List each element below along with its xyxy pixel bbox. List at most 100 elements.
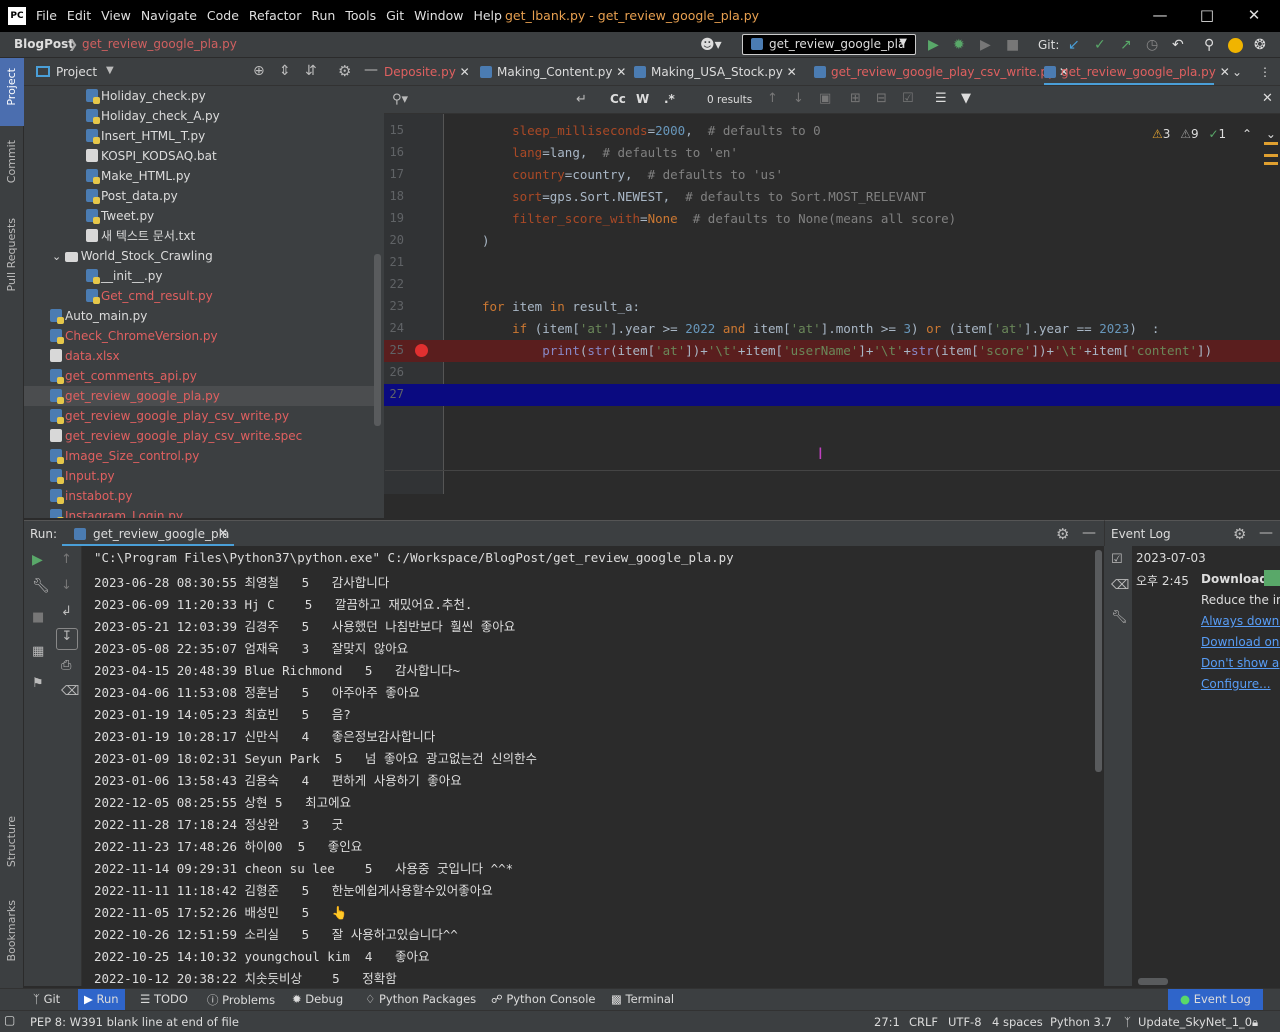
always-download-link[interactable]: Always downlo xyxy=(1201,614,1280,628)
whole-words-toggle[interactable]: W xyxy=(636,92,649,106)
close-tab-icon[interactable]: ✕ xyxy=(1216,65,1230,79)
line-separator[interactable]: CRLF xyxy=(909,1015,938,1029)
tree-file[interactable]: KOSPI_KODSAQ.bat xyxy=(24,146,374,166)
caret-position[interactable]: 27:1 xyxy=(874,1015,900,1029)
close-tab-icon[interactable]: ✕ xyxy=(612,65,626,79)
code-editor[interactable]: 15 16 17 18 19 20 21 22 23 24 25 26 27 sleep_millise… xyxy=(384,114,1280,518)
menu-item-view[interactable]: View xyxy=(101,8,131,23)
tree-file[interactable]: data.xlsx xyxy=(24,346,374,366)
configure-link[interactable]: Configure... xyxy=(1201,677,1271,691)
tree-file[interactable]: Check_ChromeVersion.py xyxy=(24,326,374,346)
download-once-link[interactable]: Download once xyxy=(1201,635,1280,649)
gear-icon[interactable]: ⚙ xyxy=(1233,525,1246,543)
tab-menu-icon[interactable]: ⋮ xyxy=(1259,58,1271,85)
gear-icon[interactable]: ⚙ xyxy=(338,62,351,80)
regex-toggle[interactable]: .* xyxy=(664,92,675,106)
chevron-down-icon[interactable]: ⌄ xyxy=(1266,127,1276,141)
coverage-icon[interactable]: ▶ xyxy=(980,37,991,53)
scroll-to-end-icon[interactable]: ↧ xyxy=(56,628,78,650)
tree-file[interactable]: get_review_google_pla.py xyxy=(24,386,374,406)
print-icon[interactable]: ⎙ xyxy=(61,658,71,673)
select-all-occurrences-icon[interactable]: ☑ xyxy=(902,91,914,106)
breadcrumb-file[interactable]: get_review_google_pla.py xyxy=(82,37,237,51)
settings-logo-icon[interactable]: ❂ xyxy=(1254,37,1266,53)
error-stripe-mark[interactable] xyxy=(1264,154,1278,157)
menu-item-edit[interactable]: Edit xyxy=(67,8,91,23)
tree-file[interactable]: Instagram_Login.py xyxy=(24,506,374,518)
git-commit-icon[interactable]: ✓ xyxy=(1094,37,1106,53)
project-scrollbar[interactable] xyxy=(374,254,381,426)
remove-occurrence-icon[interactable]: ⊟ xyxy=(876,91,887,106)
rerun-icon[interactable]: ▶ xyxy=(32,552,43,568)
run-configuration-select[interactable]: get_review_google_pla ▼ xyxy=(742,34,916,55)
tree-file[interactable]: Holiday_check_A.py xyxy=(24,106,374,126)
tab-list-chevron-icon[interactable]: ⌄ xyxy=(1232,58,1242,85)
git-history-icon[interactable]: ◷ xyxy=(1146,37,1158,53)
git-update-icon[interactable]: ↙ xyxy=(1068,37,1080,53)
rollback-icon[interactable]: ↶ xyxy=(1172,37,1184,53)
pull-requests-tool-label[interactable]: Pull Requests xyxy=(5,218,18,291)
python-interpreter[interactable]: Python 3.7 xyxy=(1050,1015,1112,1029)
editor-tab[interactable]: Making_USA_Stock.py ✕ xyxy=(634,58,799,85)
status-layout-icon[interactable]: ▢ xyxy=(4,1013,15,1027)
tree-file[interactable]: __init__.py xyxy=(24,266,374,286)
python-packages-tool-button[interactable]: ♢ Python Packages xyxy=(365,992,476,1006)
close-window-icon[interactable]: ✕ xyxy=(1242,4,1266,26)
add-occurrence-icon[interactable]: ⊞ xyxy=(850,91,861,106)
indent-setting[interactable]: 4 spaces xyxy=(992,1015,1043,1029)
chevron-down-icon[interactable]: ▼ xyxy=(106,65,114,76)
git-tool-button[interactable]: ᛉ Git xyxy=(33,992,60,1006)
match-case-toggle[interactable]: Cc xyxy=(610,92,626,106)
close-tab-icon[interactable]: ✕ xyxy=(456,65,470,79)
tree-file[interactable]: Holiday_check.py xyxy=(24,86,374,106)
chevron-up-icon[interactable]: ⌃ xyxy=(1242,127,1252,141)
filter-search-icon[interactable]: ▣ xyxy=(819,91,831,106)
tree-file[interactable]: Auto_main.py xyxy=(24,306,374,326)
git-branch[interactable]: Update_SkyNet_1_0 xyxy=(1138,1015,1252,1029)
close-tab-icon[interactable]: ✕ xyxy=(783,65,797,79)
locate-icon[interactable]: ⊕ xyxy=(253,63,265,79)
pin-icon[interactable]: ⚑ xyxy=(32,676,44,691)
menu-item-window[interactable]: Window xyxy=(414,8,463,23)
run-console[interactable]: "C:\Program Files\Python37\python.exe" C… xyxy=(82,546,1104,986)
tree-file[interactable]: Tweet.py xyxy=(24,206,374,226)
stop-icon[interactable]: ■ xyxy=(1006,37,1019,53)
close-tab-icon[interactable]: ✕ xyxy=(218,526,228,540)
editor-tab[interactable]: get_review_google_pla.py ✕ xyxy=(1044,58,1230,85)
debug-tool-button[interactable]: ✹ Debug xyxy=(292,992,343,1006)
menu-item-code[interactable]: Code xyxy=(207,8,239,23)
editor-tab[interactable]: get_review_google_play_csv_write.py ✕ xyxy=(814,58,1069,85)
trash-icon[interactable]: ⌫ xyxy=(1111,578,1129,593)
gear-icon[interactable]: ⚙ xyxy=(1056,525,1069,543)
error-stripe-mark[interactable] xyxy=(1264,162,1278,165)
python-console-tool-button[interactable]: ☍ Python Console xyxy=(491,992,595,1006)
collapse-all-icon[interactable]: ⇵ xyxy=(305,63,317,79)
project-tool-label[interactable]: Project xyxy=(5,68,18,106)
tree-file[interactable]: instabot.py xyxy=(24,486,374,506)
bookmarks-tool-label[interactable]: Bookmarks xyxy=(5,900,18,961)
tree-file[interactable]: get_review_google_play_csv_write.py xyxy=(24,406,374,426)
breadcrumb-project[interactable]: BlogPost xyxy=(14,37,74,51)
wrench-icon[interactable]: 🔧︎ xyxy=(32,578,50,594)
menu-item-help[interactable]: Help xyxy=(473,8,502,23)
project-panel-title[interactable]: Project xyxy=(56,65,97,79)
maximize-icon[interactable]: □ xyxy=(1195,4,1219,26)
down-icon[interactable]: ↓ xyxy=(61,578,72,593)
run-tab-label[interactable]: get_review_google_pla xyxy=(93,527,229,541)
filter-icon[interactable]: ▼ xyxy=(961,91,971,106)
up-icon[interactable]: ↑ xyxy=(61,552,72,567)
editor-tab[interactable]: Deposite.py ✕ xyxy=(384,58,470,85)
inspection-widget[interactable]: ⚠3 ⚠9 ✓1 ⌃ ⌄ xyxy=(1152,127,1276,141)
problems-tool-button[interactable]: ⓘ Problems xyxy=(207,992,275,1008)
minimize-icon[interactable]: — xyxy=(1148,4,1172,26)
dont-show-again-link[interactable]: Don't show ag xyxy=(1201,656,1280,670)
stop-icon[interactable]: ■ xyxy=(32,610,44,625)
tree-file[interactable]: get_comments_api.py xyxy=(24,366,374,386)
run-icon[interactable]: ▶ xyxy=(928,37,939,53)
user-icon[interactable]: ☻▾ xyxy=(700,37,722,53)
editor-tab[interactable]: Making_Content.py ✕ xyxy=(480,58,626,85)
previous-occurrence-icon[interactable]: ↑ xyxy=(767,91,778,106)
next-occurrence-icon[interactable]: ↓ xyxy=(793,91,804,106)
terminal-tool-button[interactable]: ▩ Terminal xyxy=(611,992,674,1006)
lock-icon[interactable]: 🔒︎ xyxy=(1252,1015,1258,1030)
